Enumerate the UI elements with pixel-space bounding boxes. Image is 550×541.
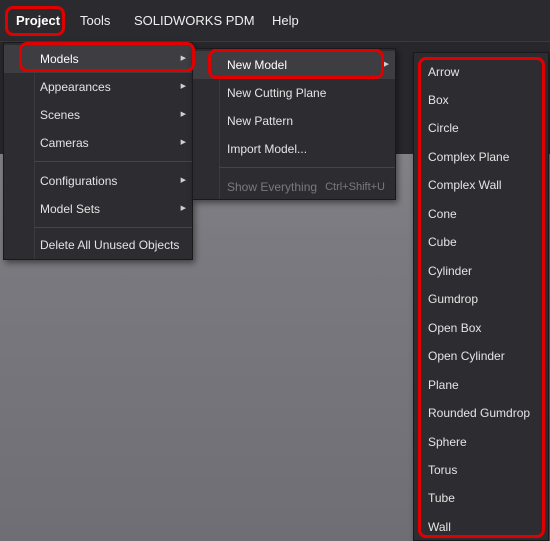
new-model-submenu: Arrow Box Circle Complex Plane Complex W… bbox=[413, 52, 549, 541]
menu-item-label: New Pattern bbox=[227, 114, 294, 128]
menu-solidworks-pdm[interactable]: SOLIDWORKS PDM bbox=[126, 8, 263, 34]
menu-item-configurations[interactable]: Configurations ▶ bbox=[4, 167, 192, 195]
menu-item-cameras[interactable]: Cameras ▶ bbox=[4, 129, 192, 157]
menu-item-complex-wall[interactable]: Complex Wall bbox=[414, 171, 548, 199]
menu-item-label: Appearances bbox=[40, 80, 111, 94]
menu-item-label: Import Model... bbox=[227, 142, 308, 156]
menu-item-label: Model Sets bbox=[40, 202, 101, 216]
menu-item-open-cylinder[interactable]: Open Cylinder bbox=[414, 342, 548, 370]
menu-item-cylinder[interactable]: Cylinder bbox=[414, 257, 548, 285]
project-menu: Models ▶ Appearances ▶ Scenes ▶ Cameras … bbox=[3, 42, 193, 260]
menu-item-label: Configurations bbox=[40, 174, 118, 188]
menu-item-scenes[interactable]: Scenes ▶ bbox=[4, 101, 192, 129]
menu-item-label: Scenes bbox=[40, 108, 81, 122]
models-submenu: New Model ▶ New Cutting Plane New Patter… bbox=[192, 48, 396, 200]
chevron-right-icon: ▶ bbox=[180, 139, 186, 146]
menu-project[interactable]: Project bbox=[8, 8, 68, 34]
chevron-right-icon: ▶ bbox=[180, 177, 186, 184]
chevron-right-icon: ▶ bbox=[180, 111, 186, 118]
menu-separator bbox=[34, 227, 192, 228]
menu-tools[interactable]: Tools bbox=[72, 8, 118, 34]
menu-item-open-box[interactable]: Open Box bbox=[414, 314, 548, 342]
menu-item-label: New Model bbox=[227, 58, 288, 72]
menu-bar: Project Tools SOLIDWORKS PDM Help bbox=[0, 0, 550, 42]
menu-item-new-cutting-plane[interactable]: New Cutting Plane bbox=[193, 79, 395, 107]
menu-item-plane[interactable]: Plane bbox=[414, 371, 548, 399]
chevron-right-icon: ▶ bbox=[180, 205, 186, 212]
menu-item-label: New Cutting Plane bbox=[227, 86, 327, 100]
menu-item-circle[interactable]: Circle bbox=[414, 114, 548, 142]
menu-item-cube[interactable]: Cube bbox=[414, 228, 548, 256]
menu-item-delete-unused[interactable]: Delete All Unused Objects bbox=[4, 231, 192, 259]
menu-item-sphere[interactable]: Sphere bbox=[414, 428, 548, 456]
chevron-right-icon: ▶ bbox=[180, 55, 186, 62]
menu-help[interactable]: Help bbox=[264, 8, 307, 34]
menu-item-new-model[interactable]: New Model ▶ bbox=[193, 51, 395, 79]
menu-separator bbox=[34, 161, 192, 162]
menu-item-import-model[interactable]: Import Model... bbox=[193, 135, 395, 163]
menu-item-show-everything[interactable]: Show Everything Ctrl+Shift+U bbox=[193, 173, 395, 201]
menu-item-new-pattern[interactable]: New Pattern bbox=[193, 107, 395, 135]
menu-item-rounded-gumdrop[interactable]: Rounded Gumdrop bbox=[414, 399, 548, 427]
menu-item-torus[interactable]: Torus bbox=[414, 456, 548, 484]
menu-item-models[interactable]: Models ▶ bbox=[4, 45, 192, 73]
chevron-right-icon: ▶ bbox=[383, 61, 389, 68]
menu-item-label: Delete All Unused Objects bbox=[40, 238, 180, 252]
menu-item-arrow[interactable]: Arrow bbox=[414, 58, 548, 86]
menu-item-cone[interactable]: Cone bbox=[414, 200, 548, 228]
menu-item-label: Show Everything bbox=[227, 180, 318, 194]
chevron-right-icon: ▶ bbox=[180, 83, 186, 90]
menu-item-box[interactable]: Box bbox=[414, 86, 548, 114]
shortcut-label: Ctrl+Shift+U bbox=[325, 181, 385, 193]
menu-item-appearances[interactable]: Appearances ▶ bbox=[4, 73, 192, 101]
menu-item-tube[interactable]: Tube bbox=[414, 484, 548, 512]
menu-item-wall[interactable]: Wall bbox=[414, 513, 548, 541]
menu-item-complex-plane[interactable]: Complex Plane bbox=[414, 143, 548, 171]
menu-separator bbox=[219, 167, 395, 168]
menu-item-gumdrop[interactable]: Gumdrop bbox=[414, 285, 548, 313]
menu-item-model-sets[interactable]: Model Sets ▶ bbox=[4, 195, 192, 223]
menu-item-label: Models bbox=[40, 52, 79, 66]
menu-item-label: Cameras bbox=[40, 136, 89, 150]
